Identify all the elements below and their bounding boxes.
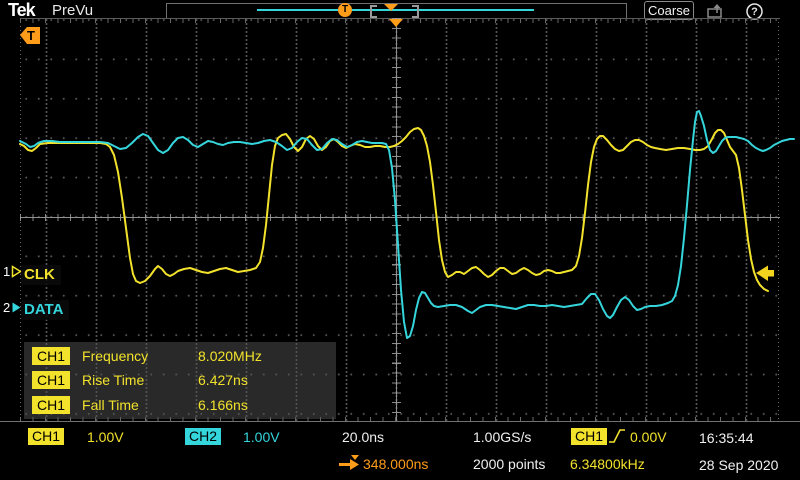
measurement-value: 6.427ns [198, 372, 248, 388]
acquisition-mode-label: PreVu [52, 2, 93, 19]
clock-time: 16:35:44 [699, 429, 754, 447]
record-view-bar[interactable]: T [166, 3, 627, 19]
zoom-window-bracket-right[interactable] [412, 5, 419, 18]
ch2-number: 2 [3, 300, 10, 315]
ch1-volts-per-div: 1.00V [87, 428, 124, 446]
record-length-readout: 2000 points [473, 455, 545, 473]
date-readout: 28 Sep 2020 [699, 456, 778, 474]
oscilloscope-screen: Tek PreVu T Coarse ? T 1 [0, 0, 800, 480]
svg-text:?: ? [751, 6, 758, 18]
trigger-source-badge[interactable]: CH1 [571, 428, 607, 445]
measurement-value: 8.020MHz [198, 348, 262, 364]
zoom-window-bracket-left[interactable] [370, 5, 377, 18]
graticule-center-vertical-ticks [392, 18, 401, 421]
timebase-readout: 20.0ns [342, 428, 384, 446]
measurement-name: Fall Time [82, 397, 198, 413]
status-bar-divider [0, 421, 800, 422]
measurement-panel: CH1 Frequency 8.020MHz CH1 Rise Time 6.4… [24, 342, 336, 419]
ch2-signal-label: DATA [21, 300, 69, 320]
measurement-name: Rise Time [82, 372, 198, 388]
measurement-row: CH1 Fall Time 6.166ns [24, 395, 336, 415]
measurement-source-badge: CH1 [32, 347, 70, 365]
sample-rate-readout: 1.00GS/s [473, 428, 531, 446]
save-export-icon[interactable] [706, 3, 728, 19]
ch2-scale-badge[interactable]: CH2 [185, 428, 221, 445]
ch1-scale-badge[interactable]: CH1 [28, 428, 64, 445]
measurement-source-badge: CH1 [32, 371, 70, 389]
measurement-row: CH1 Rise Time 6.427ns [24, 370, 336, 390]
trigger-slope-rising-icon [608, 428, 627, 444]
measurement-row: CH1 Frequency 8.020MHz [24, 346, 336, 366]
ch1-signal-label: CLK [21, 265, 61, 285]
measurement-value: 6.166ns [198, 397, 248, 413]
ch2-volts-per-div: 1.00V [243, 428, 280, 446]
ch1-ground-marker[interactable]: 1 [3, 264, 22, 279]
measurement-source-badge: CH1 [32, 396, 70, 414]
trigger-frequency-readout: 6.34800kHz [570, 455, 645, 473]
horizontal-position-readout: 348.000ns [363, 455, 428, 473]
horizontal-position-icon [338, 454, 361, 471]
record-trigger-marker[interactable]: T [338, 3, 352, 17]
measurement-name: Frequency [82, 348, 198, 364]
record-position-triangle-icon [384, 4, 398, 11]
trigger-level-readout: 0.00V [630, 428, 667, 446]
ch2-ground-marker[interactable]: 2 [3, 300, 22, 315]
ch1-number: 1 [3, 264, 10, 279]
